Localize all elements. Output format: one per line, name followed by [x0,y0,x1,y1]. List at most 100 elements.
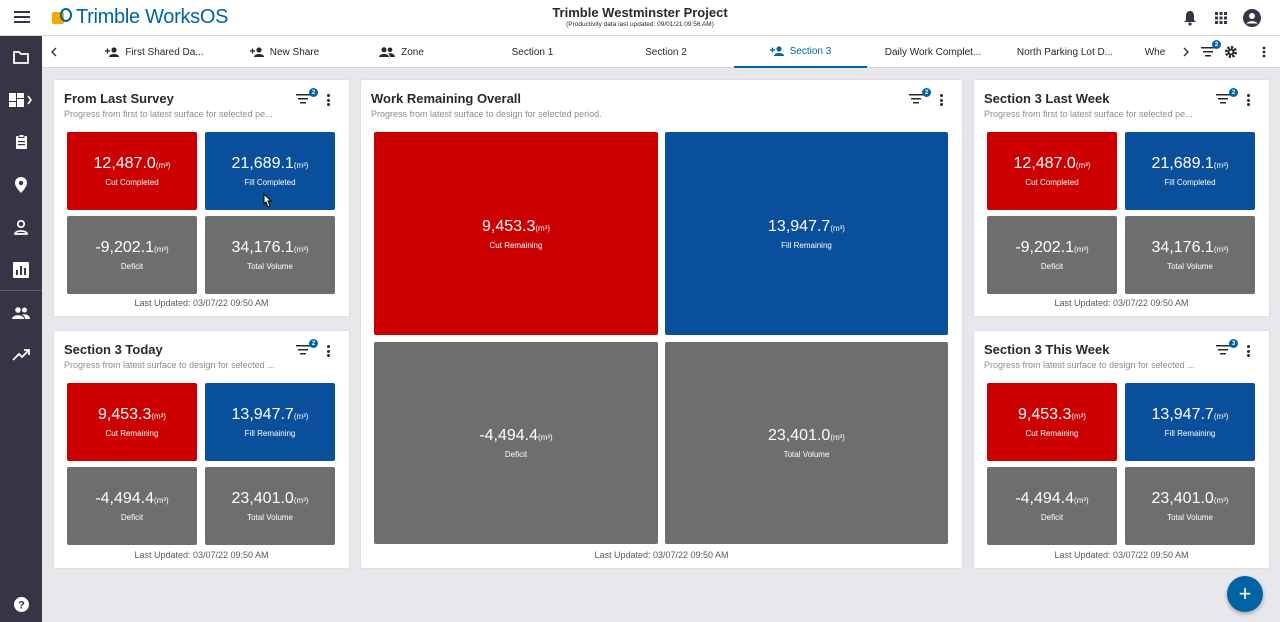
metric-value: 13,947.7 [768,217,831,235]
metric-tile-total-volume[interactable]: 23,401.0(m³) Total Volume [1125,467,1255,545]
trending-icon[interactable] [0,337,42,373]
metric-tile-deficit[interactable]: -9,202.1(m³) Deficit [987,216,1117,294]
card-subtitle: Progress from latest surface to design f… [984,360,1195,370]
metric-label: Fill Completed [1164,178,1216,187]
metric-unit: (m³) [538,433,553,442]
card-more-icon[interactable] [1243,92,1253,108]
metric-label: Cut Completed [105,178,159,187]
card-filter-icon[interactable]: 2 [296,88,318,106]
tab-section-3[interactable]: Section 3 [734,36,867,68]
dashboard-filter-badge: 2 [1212,40,1221,49]
card-more-icon[interactable] [323,343,333,359]
metric-value-row: 12,487.0(m³) [94,155,171,175]
tab-new-share[interactable]: New Share [227,36,342,68]
team-icon[interactable] [0,295,42,331]
card-filter-icon[interactable]: 2 [1216,88,1238,106]
metric-tile-fill-remaining[interactable]: 13,947.7(m³) Fill Remaining [205,383,335,461]
card-filter-icon[interactable]: 3 [1216,339,1238,357]
dashboard-filter-icon[interactable]: 2 [1198,36,1221,68]
metric-value-row: 34,176.1(m³) [1152,239,1229,259]
last-updated-text: Last Updated: 03/07/22 09:50 AM [134,550,269,560]
card-more-icon[interactable] [323,92,333,108]
metric-tile-fill-remaining[interactable]: 13,947.7(m³) Fill Remaining [665,132,948,335]
tab-label: First Shared Da... [125,46,204,58]
user-icon[interactable] [0,209,42,245]
metric-tile-cut-remaining[interactable]: 9,453.3(m³) Cut Remaining [67,383,197,461]
metric-tile-fill-remaining[interactable]: 13,947.7(m³) Fill Remaining [1125,383,1255,461]
metric-tile-cut-completed[interactable]: 12,487.0(m³) Cut Completed [987,132,1117,210]
metric-value-row: -9,202.1(m³) [95,239,168,259]
reports-icon[interactable] [0,252,42,288]
metric-value: -9,202.1 [95,239,155,256]
tab-north-parking-lot-d[interactable]: North Parking Lot D... [1002,36,1128,68]
card-title: Section 3 This Week [984,342,1110,357]
folder-icon[interactable] [0,39,42,75]
metric-value-row: -4,494.4(m³) [95,490,168,510]
tab-label: Section 1 [511,46,554,58]
card-section3-this-week: Section 3 This Week Progress from latest … [974,331,1269,568]
card-section3-last-week: Section 3 Last Week Progress from first t… [974,80,1269,316]
card-more-icon[interactable] [1243,343,1253,359]
card-filter-icon[interactable]: 2 [909,88,931,106]
tab-first-shared-da[interactable]: First Shared Da... [84,36,225,68]
metric-tile-deficit[interactable]: -4,494.4(m³) Deficit [987,467,1117,545]
account-icon[interactable] [1243,9,1261,27]
svg-text:?: ? [18,599,25,611]
clipboard-icon[interactable] [0,124,42,160]
settings-gear-icon[interactable] [1222,36,1240,68]
metric-value-row: 9,453.3(m³) [1018,406,1086,426]
metric-tile-deficit[interactable]: -9,202.1(m³) Deficit [67,216,197,294]
filter-count-badge: 2 [1229,88,1238,97]
tab-label: Section 3 [789,45,832,57]
metric-unit: (m³) [155,161,171,170]
person-add-icon [105,47,120,57]
metric-value-row: -9,202.1(m³) [1015,239,1088,259]
metric-tile-cut-remaining[interactable]: 9,453.3(m³) Cut Remaining [374,132,658,335]
last-updated-text: Last Updated: 03/07/22 09:50 AM [1054,298,1189,308]
metric-value: 13,947.7 [231,406,294,423]
tabs-scroll-left-icon[interactable] [47,36,61,68]
metric-value: 23,401.0 [768,427,831,444]
metric-tile-total-volume[interactable]: 34,176.1(m³) Total Volume [205,216,335,294]
metric-label: Total Volume [1167,262,1213,271]
location-pin-icon[interactable] [0,167,42,203]
project-title: Trimble Westminster Project [552,5,728,20]
tab-whe[interactable]: Whe [1133,36,1177,68]
help-icon[interactable]: ? [0,586,42,622]
metric-value-row: 34,176.1(m³) [232,239,309,259]
dashboard-icon[interactable] [0,82,42,118]
group-icon [379,47,396,57]
last-updated-text: Last Updated: 03/07/22 09:50 AM [594,550,729,560]
tab-section-1[interactable]: Section 1 [470,36,595,68]
metric-value-row: -4,494.4(m³) [1015,490,1088,510]
metric-tile-cut-completed[interactable]: 12,487.0(m³) Cut Completed [67,132,197,210]
metric-tile-total-volume[interactable]: 34,176.1(m³) Total Volume [1125,216,1255,294]
metric-tile-deficit[interactable]: -4,494.4(m³) Deficit [374,342,658,544]
metric-label: Total Volume [247,262,293,271]
metric-value-row: 13,947.7(m³) [232,406,309,426]
card-more-icon[interactable] [936,92,946,108]
metric-value-row: 23,401.0(m³) [232,490,309,510]
card-subtitle: Progress from first to latest surface fo… [64,109,273,119]
metric-tile-deficit[interactable]: -4,494.4(m³) Deficit [67,467,197,545]
tabs-scroll-right-icon[interactable] [1179,36,1193,68]
metric-tile-total-volume[interactable]: 23,401.0(m³) Total Volume [665,342,948,544]
card-filter-icon[interactable]: 2 [296,339,318,357]
metric-tile-cut-remaining[interactable]: 9,453.3(m³) Cut Remaining [987,383,1117,461]
metric-value: 9,453.3 [97,406,152,423]
add-widget-button[interactable]: + [1227,576,1263,612]
metric-tile-total-volume[interactable]: 23,401.0(m³) Total Volume [205,467,335,545]
metric-tile-fill-completed[interactable]: 21,689.1(m³) Fill Completed [1125,132,1255,210]
metric-unit: (m³) [1213,161,1229,170]
tabbar-more-icon[interactable] [1255,36,1273,68]
apps-grid-icon[interactable] [1212,9,1230,27]
metric-label: Deficit [504,450,528,459]
bell-icon[interactable] [1181,9,1199,27]
metric-value: 34,176.1 [231,239,294,256]
metric-unit: (m³) [1074,245,1089,254]
tab-zone[interactable]: Zone [344,36,459,68]
metric-unit: (m³) [293,245,309,254]
tab-section-2[interactable]: Section 2 [601,36,731,68]
tab-daily-work-complet[interactable]: Daily Work Complet... [871,36,995,68]
metric-value: 9,453.3 [481,217,536,235]
